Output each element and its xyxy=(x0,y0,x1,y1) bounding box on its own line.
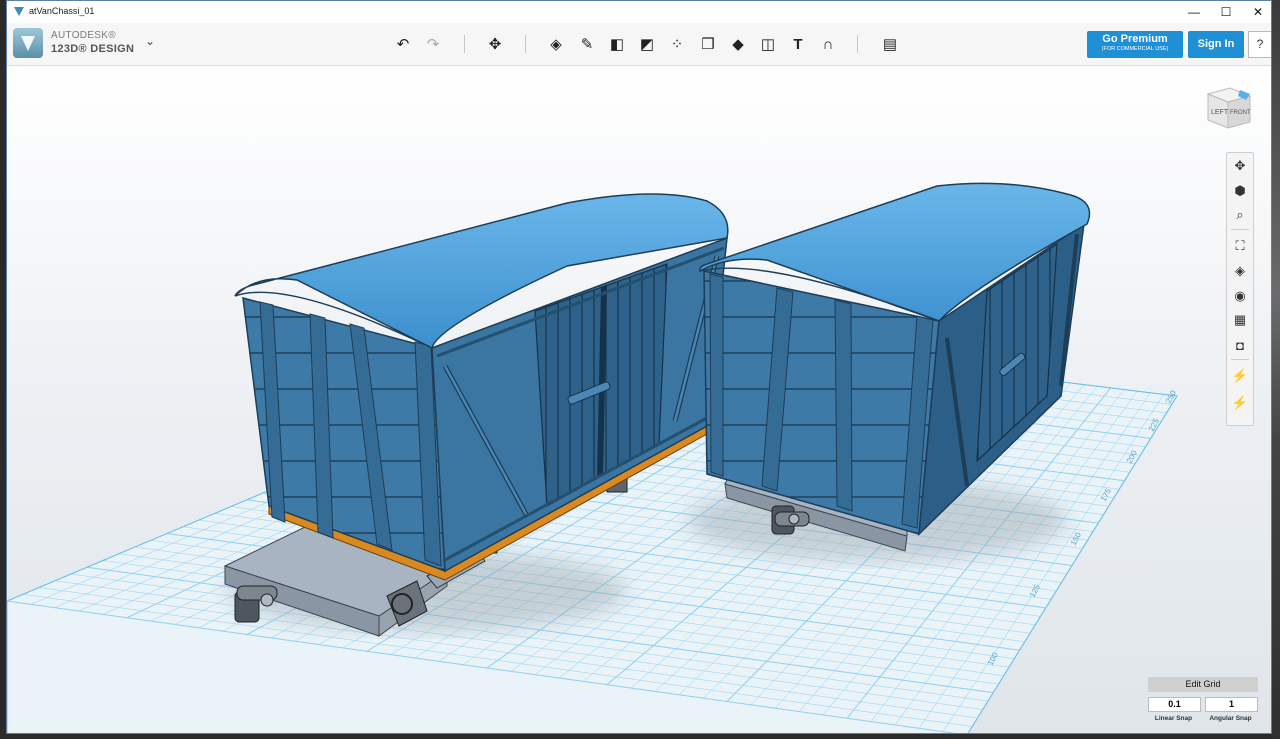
linear-snap-label: Linear Snap xyxy=(1154,715,1193,722)
undo-icon[interactable]: ↶ xyxy=(393,34,413,54)
brand-product: 123D® DESIGN xyxy=(51,43,135,55)
app-menu-logo[interactable] xyxy=(13,28,43,58)
materials-icon[interactable]: ▦ xyxy=(1230,310,1250,330)
view-cube[interactable]: LEFT FRONT xyxy=(1200,80,1256,136)
autodesk-logo-icon xyxy=(21,36,35,51)
minimize-button[interactable]: — xyxy=(1177,1,1211,23)
show-all-icon[interactable]: ⚡ xyxy=(1230,393,1250,413)
transform-icon[interactable]: ✥ xyxy=(485,34,505,54)
3d-viewport[interactable]: 100 125 150 175 200 225 250 LEFT FRONT ✥… xyxy=(7,66,1271,733)
ruler-label: 250 xyxy=(1164,388,1178,404)
pan-icon[interactable]: ✥ xyxy=(1230,156,1250,176)
primitives-icon[interactable]: ◈ xyxy=(546,34,566,54)
view-cube-front-label[interactable]: FRONT xyxy=(1230,110,1251,116)
fit-icon[interactable]: ⛶ xyxy=(1230,236,1250,256)
edit-grid-button[interactable]: Edit Grid xyxy=(1148,677,1258,692)
modify-icon[interactable]: ◩ xyxy=(637,34,657,54)
view-icon[interactable]: ◈ xyxy=(1230,261,1250,281)
screenshot-icon[interactable]: ◘ xyxy=(1230,335,1250,355)
go-premium-button[interactable]: Go Premium (FOR COMMERCIAL USE) xyxy=(1087,31,1183,58)
measure-icon[interactable]: ◫ xyxy=(758,34,778,54)
pattern-icon[interactable]: ⁘ xyxy=(667,34,687,54)
group-icon[interactable]: ❒ xyxy=(698,34,718,54)
grid-settings-panel: Edit Grid 0.1 1 Linear Snap Angular Snap xyxy=(1148,677,1258,727)
toolbar-divider xyxy=(857,35,858,53)
nav-divider xyxy=(1231,359,1249,360)
app-window: atVanChassi_01 — ☐ ✕ AUTODESK® 123D® DES… xyxy=(6,0,1272,734)
text-icon[interactable]: T xyxy=(788,34,808,54)
redo-icon[interactable]: ↷ xyxy=(423,34,443,54)
app-menu-chevron-icon[interactable]: ⌄ xyxy=(145,34,155,48)
nav-divider xyxy=(1231,229,1249,230)
material-icon[interactable]: ▤ xyxy=(880,34,900,54)
main-toolbar: AUTODESK® 123D® DESIGN ⌄ ↶ ↷ ✥ ◈ ✎ ◧ ◩ ⁘… xyxy=(7,23,1271,66)
scene-canvas[interactable]: 100 125 150 175 200 225 250 xyxy=(7,66,1271,733)
visibility-icon[interactable]: ◉ xyxy=(1230,286,1250,306)
zoom-icon[interactable]: ⌕ xyxy=(1230,205,1250,225)
toolbar-divider xyxy=(525,35,526,53)
title-bar: atVanChassi_01 — ☐ ✕ xyxy=(7,1,1271,23)
help-button[interactable]: ? xyxy=(1248,31,1271,58)
orbit-icon[interactable]: ⬢ xyxy=(1230,181,1250,201)
angular-snap-input[interactable]: 1 xyxy=(1205,697,1258,712)
snap-icon[interactable]: ∩ xyxy=(818,34,838,54)
sketch-icon[interactable]: ✎ xyxy=(577,34,597,54)
view-cube-left-label[interactable]: LEFT xyxy=(1211,109,1229,116)
close-button[interactable]: ✕ xyxy=(1241,1,1271,23)
brand-company: AUTODESK® xyxy=(51,30,116,41)
sign-in-button[interactable]: Sign In xyxy=(1188,31,1244,58)
view-cube-icon: LEFT FRONT xyxy=(1206,87,1252,129)
premium-label: Go Premium xyxy=(1102,33,1168,45)
select-hide-icon[interactable]: ⚡ xyxy=(1230,366,1250,386)
premium-sublabel: (FOR COMMERCIAL USE) xyxy=(1101,46,1169,52)
app-logo-icon xyxy=(14,7,24,16)
maximize-button[interactable]: ☐ xyxy=(1209,1,1243,23)
linear-snap-input[interactable]: 0.1 xyxy=(1148,697,1201,712)
combine-icon[interactable]: ◆ xyxy=(728,34,748,54)
window-title: atVanChassi_01 xyxy=(29,6,95,16)
desktop-background xyxy=(1272,0,1280,739)
toolbar-divider xyxy=(464,35,465,53)
navigation-bar: ✥ ⬢ ⌕ ⛶ ◈ ◉ ▦ ◘ ⚡ ⚡ xyxy=(1226,152,1254,426)
angular-snap-label: Angular Snap xyxy=(1209,715,1252,722)
construct-icon[interactable]: ◧ xyxy=(607,34,627,54)
